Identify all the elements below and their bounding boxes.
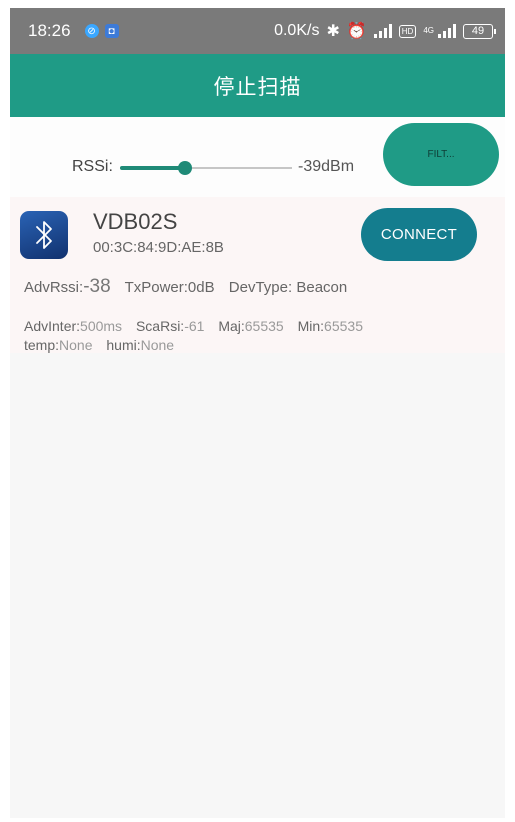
app-screen: 18:26 ⊘ ◘ 0.0K/s ✱ ⏰ HD 4G 49 停止扫描 RSSi:… (10, 8, 505, 818)
connect-button[interactable]: CONNECT (361, 208, 477, 261)
beacon-info-line: AdvInter:500ms ScaRsi:-61 Maj:65535 Min:… (24, 318, 363, 334)
rssi-slider-fill (120, 166, 186, 170)
network-speed: 0.0K/s (274, 22, 320, 39)
status-indicators: 0.0K/s ✱ ⏰ HD 4G 49 (274, 21, 496, 41)
status-bar: 18:26 ⊘ ◘ 0.0K/s ✱ ⏰ HD 4G 49 (10, 8, 505, 54)
device-list-empty-area (10, 353, 505, 818)
rssi-value: -39dBm (298, 158, 355, 175)
app-bar[interactable]: 停止扫描 (10, 54, 505, 117)
rssi-filter-row: RSSi: -39dBm FILT... (10, 117, 505, 197)
dev-type-value: Beacon (296, 279, 348, 296)
adv-rssi-label: AdvRssi: (24, 279, 84, 296)
signal-strength-icon (373, 24, 392, 38)
bluetooth-icon (20, 211, 68, 259)
shield-notification-icon: ◘ (104, 24, 119, 38)
temp-value: None (59, 337, 93, 353)
bluetooth-status-icon: ✱ (326, 23, 340, 40)
humi-label: humi: (106, 337, 141, 353)
network-type-label: 4G (423, 26, 434, 35)
device-name: VDB02S (93, 209, 178, 234)
sca-rsi-value: -61 (184, 318, 205, 334)
adv-inter-value: 500ms (80, 318, 123, 334)
network-type-icon: 4G (423, 27, 434, 35)
maj-value: 65535 (244, 318, 284, 334)
dev-type-label: DevType: (228, 279, 293, 296)
device-list-item[interactable]: VDB02S 00:3C:84:9D:AE:8B CONNECT AdvRssi… (10, 197, 505, 353)
sca-rsi-label: ScaRsi: (135, 318, 185, 334)
tx-power-label: TxPower: (124, 279, 188, 296)
adv-inter-label: AdvInter: (24, 318, 81, 334)
min-label: Min: (297, 318, 325, 334)
temp-label: temp: (24, 337, 60, 353)
adv-info-line: AdvRssi:-38 TxPower:0dB DevType: Beacon (24, 276, 347, 298)
hd-voice-icon: HD (398, 24, 417, 38)
humi-value: None (140, 337, 175, 353)
battery-icon: 49 (463, 23, 496, 39)
maj-label: Maj: (218, 318, 245, 334)
battery-level: 49 (471, 25, 485, 37)
rssi-slider[interactable] (120, 161, 292, 175)
sensor-info-line: temp:None humi:None (24, 337, 174, 353)
min-value: 65535 (324, 318, 363, 334)
filter-button[interactable]: FILT... (383, 123, 499, 186)
alarm-icon: ⏰ (346, 23, 367, 40)
tx-power-value: 0dB (187, 279, 215, 296)
stop-scan-title[interactable]: 停止扫描 (214, 71, 302, 101)
rssi-slider-thumb[interactable] (178, 161, 193, 175)
app-notification-icon: ⊘ (84, 24, 99, 38)
status-time: 18:26 (28, 21, 71, 40)
device-mac-address: 00:3C:84:9D:AE:8B (93, 239, 224, 256)
adv-rssi-value: -38 (83, 276, 111, 297)
rssi-label: RSSi: (72, 158, 113, 175)
signal-strength-2-icon (438, 24, 456, 38)
